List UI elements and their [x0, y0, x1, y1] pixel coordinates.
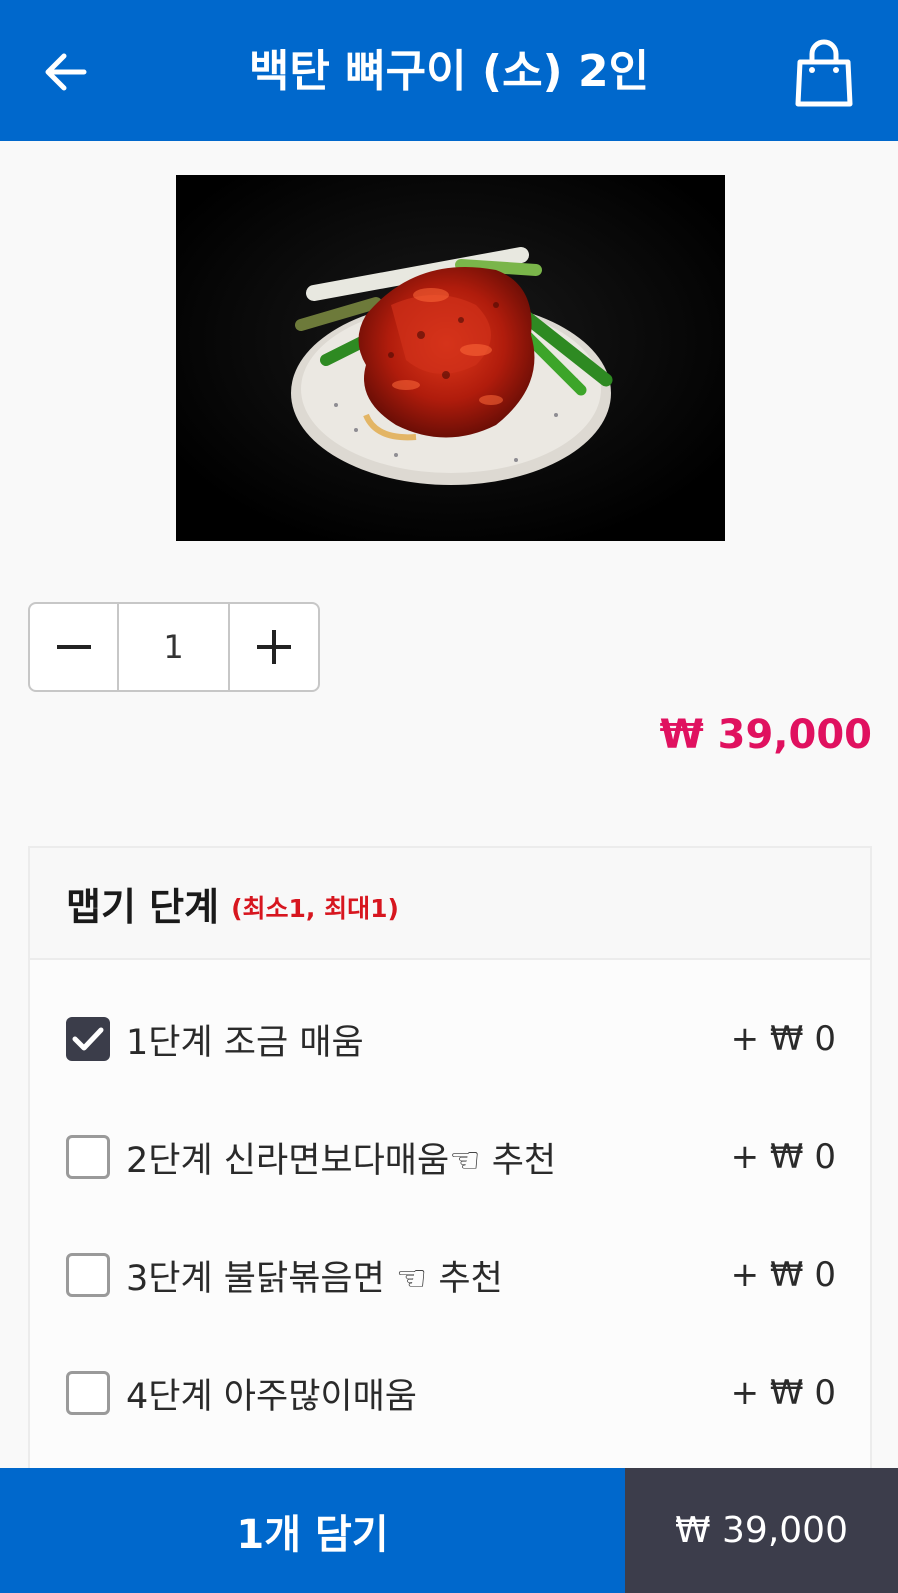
option-price: + ₩ 0: [730, 1137, 836, 1177]
total-price: ₩ 39,000: [625, 1468, 898, 1593]
top-app-bar: 백탄 뼈구이 (소) 2인: [0, 0, 898, 141]
checkbox-unchecked[interactable]: [66, 1253, 110, 1297]
quantity-value[interactable]: 1: [119, 604, 230, 690]
food-photo: [176, 175, 725, 541]
option-label: 4단계 아주많이매움: [126, 1376, 417, 1417]
minus-icon: [56, 645, 91, 649]
option-group-limit: (최소1, 최대1): [231, 894, 399, 923]
option-group-title: 맵기 단계: [66, 884, 220, 929]
shopping-bag-icon[interactable]: [794, 38, 854, 108]
option-price: + ₩ 0: [730, 1255, 836, 1295]
checkbox-unchecked[interactable]: [66, 1135, 110, 1179]
option-item[interactable]: 1단계 조금 매움 + ₩ 0: [30, 999, 870, 1079]
decrease-button[interactable]: [30, 604, 119, 690]
option-price: + ₩ 0: [730, 1019, 836, 1059]
option-item[interactable]: 2단계 신라면보다매움☜ 추천 + ₩ 0: [30, 1117, 870, 1197]
plus-icon: [257, 630, 291, 664]
checkbox-checked[interactable]: [66, 1017, 110, 1061]
add-to-cart-button[interactable]: 1개 담기: [0, 1468, 625, 1593]
quantity-stepper: 1: [28, 602, 320, 692]
increase-button[interactable]: [230, 604, 318, 690]
option-price: + ₩ 0: [730, 1373, 836, 1413]
arrow-left-icon[interactable]: [40, 46, 92, 98]
checkbox-unchecked[interactable]: [66, 1371, 110, 1415]
product-price: ₩ 39,000: [659, 712, 872, 758]
option-label: 1단계 조금 매움: [126, 1022, 364, 1063]
option-item[interactable]: 3단계 불닭볶음면 ☜ 추천 + ₩ 0: [30, 1235, 870, 1315]
page-title: 백탄 뼈구이 (소) 2인: [248, 46, 650, 97]
product-image: [176, 175, 725, 541]
option-label: 2단계 신라면보다매움☜ 추천: [126, 1140, 557, 1181]
option-group-header: 맵기 단계 (최소1, 최대1): [30, 848, 870, 960]
bottom-action-bar: 1개 담기 ₩ 39,000: [0, 1468, 898, 1593]
option-label: 3단계 불닭볶음면 ☜ 추천: [126, 1258, 503, 1299]
option-item[interactable]: 4단계 아주많이매움 + ₩ 0: [30, 1353, 870, 1433]
check-icon: [72, 1027, 104, 1051]
